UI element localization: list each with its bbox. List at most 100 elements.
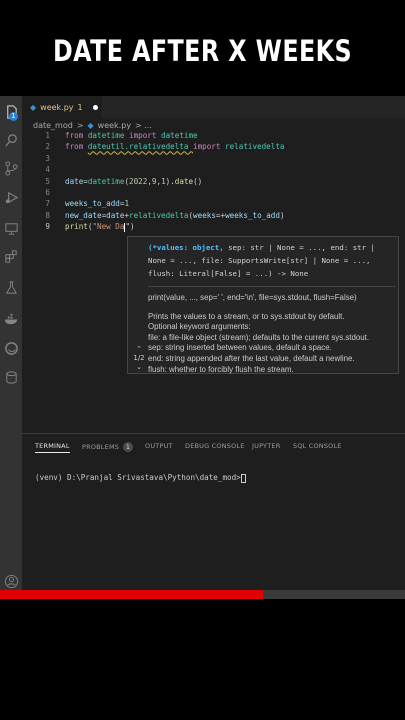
edge-devtools-icon[interactable]	[3, 340, 19, 356]
chevron-up-icon[interactable]: ⌃	[132, 345, 146, 354]
code-token: datetime	[87, 131, 130, 140]
explorer-badge: 1	[9, 112, 18, 121]
doc-line: flush: whether to forcibly flush the str…	[148, 364, 294, 374]
code-token: 2022	[129, 176, 148, 186]
code-line[interactable]: 5 date=datetime(2022,9,1).date()	[22, 176, 405, 187]
chevron-down-icon[interactable]: ⌄	[132, 363, 146, 372]
panel-tab-label: PROBLEMS	[82, 443, 120, 451]
remote-explorer-icon[interactable]	[3, 220, 19, 236]
panel-tab-output[interactable]: OUTPUT	[145, 442, 173, 450]
terminal-output[interactable]: (venv) D:\Pranjal Srivastava\Python\date…	[35, 473, 246, 483]
line-number: 3	[45, 153, 50, 163]
code-token: weeks_to_add	[65, 199, 120, 209]
video-progress-track[interactable]	[263, 590, 405, 599]
panel-tab-label: DEBUG CONSOLE	[185, 442, 245, 450]
panel-tab-label: TERMINAL	[35, 442, 70, 450]
code-token: 1	[124, 199, 130, 209]
tab-filename: week.py	[40, 102, 74, 112]
panel-tab-terminal[interactable]: TERMINAL	[35, 442, 70, 453]
code-line[interactable]: 7 weeks_to_add=1	[22, 198, 405, 209]
code-line[interactable]: 6	[22, 187, 405, 198]
code-line[interactable]: 4	[22, 164, 405, 175]
line-number: 6	[45, 188, 50, 197]
code-line[interactable]: 1 from datetime import datetime	[22, 130, 405, 141]
popup-divider	[148, 286, 396, 287]
tab-week-py[interactable]: ◆ week.py 1	[22, 96, 102, 118]
code-token: datetime	[161, 131, 198, 140]
breadcrumb-separator: >	[76, 121, 84, 130]
code-token: =+	[215, 210, 226, 220]
panel-tab-sql-console[interactable]: SQL CONSOLE	[293, 442, 342, 450]
signature-help-popup: ⌃ 1/2 ⌄ (*values: object, sep: str | Non…	[127, 236, 399, 374]
line-number: 7	[45, 199, 50, 209]
line-number: 9	[45, 222, 50, 232]
code-line[interactable]: 2 from dateutil.relativedelta import rela…	[22, 141, 405, 152]
python-file-icon: ◆	[87, 121, 94, 130]
code-text: print("New Da")	[65, 221, 135, 232]
vscode-window: 1 ◆ week.py 1 date_mod > ◆ week.py > ...…	[0, 96, 405, 596]
testing-icon[interactable]	[3, 279, 19, 295]
code-token: ).	[165, 176, 175, 186]
code-token: relativedelta	[129, 210, 189, 220]
code-text: new_date=date+relativedelta(weeks=+weeks…	[65, 210, 285, 221]
doc-line: Prints the values to a stream, or to sys…	[148, 311, 345, 321]
breadcrumb-file[interactable]: week.py	[98, 121, 131, 130]
panel-tab-jupyter[interactable]: JUPYTER	[252, 442, 280, 450]
code-token: weeks	[193, 210, 216, 220]
activity-bar: 1	[0, 96, 22, 596]
line-number: 1	[45, 131, 50, 140]
doc-line: end: string appended after the last valu…	[148, 353, 355, 363]
panel-divider[interactable]	[22, 433, 405, 434]
docker-icon[interactable]	[3, 310, 19, 326]
line-number: 5	[45, 176, 50, 186]
breadcrumb-more[interactable]: > ...	[135, 121, 152, 130]
line-number: 2	[45, 142, 50, 152]
source-control-icon[interactable]	[3, 160, 19, 176]
code-token: "New Da	[92, 222, 125, 232]
code-text: weeks_to_add=1	[65, 198, 129, 209]
code-token: )	[279, 210, 285, 220]
breadcrumb: date_mod > ◆ week.py > ...	[33, 121, 152, 130]
banner-title: DATE AFTER X WEEKS	[52, 34, 353, 68]
code-line[interactable]: 3	[22, 153, 405, 164]
pager-label: 1/2	[133, 354, 145, 362]
code-line[interactable]: 9 print("New Da")	[22, 221, 405, 232]
panel-tab-label: SQL CONSOLE	[293, 442, 342, 450]
search-icon[interactable]	[3, 132, 19, 148]
panel-tab-problems[interactable]: PROBLEMS 1	[82, 442, 134, 452]
doc-line: Optional keyword arguments:	[148, 322, 251, 332]
code-token: datetime	[87, 176, 125, 186]
python-file-icon: ◆	[30, 102, 37, 112]
code-line[interactable]: 8 new_date=date+relativedelta(weeks=+week…	[22, 210, 405, 221]
code-token: weeks_to_add	[225, 210, 280, 220]
tab-problem-count: 1	[77, 102, 83, 112]
database-icon[interactable]	[3, 369, 19, 385]
code-token: date	[174, 176, 194, 186]
breadcrumb-folder[interactable]: date_mod	[33, 121, 73, 130]
signature-docs: print(value, ..., sep=' ', end='\n', fil…	[148, 293, 398, 375]
code-token: import	[129, 131, 162, 140]
signature-pager[interactable]: ⌃ 1/2 ⌄	[132, 345, 146, 372]
video-progress-fill[interactable]	[0, 590, 264, 599]
code-token: dateutil.relativedelta	[87, 142, 194, 152]
code-text: from dateutil.relativedelta import relat…	[65, 141, 284, 152]
terminal-cursor	[240, 473, 246, 483]
panel-tab-label: OUTPUT	[145, 442, 173, 450]
unsaved-dot-icon[interactable]	[92, 104, 98, 110]
code-token: date	[106, 210, 125, 220]
extensions-icon[interactable]	[3, 248, 19, 264]
panel-tabs: TERMINAL PROBLEMS 1 OUTPUT DEBUG CONSOLE JUPY…	[22, 439, 405, 453]
account-icon[interactable]	[3, 573, 19, 589]
code-text: date=datetime(2022,9,1).date()	[65, 176, 202, 187]
doc-signature: print(value, ..., sep=' ', end='\n', fil…	[148, 293, 357, 302]
code-token: from	[65, 142, 88, 152]
panel-tab-debug-console[interactable]: DEBUG CONSOLE	[185, 442, 245, 450]
signature-active-param: (*values: object,	[148, 243, 224, 252]
terminal-prompt: (venv) D:\Pranjal Srivastava\Python\date…	[35, 473, 241, 482]
run-debug-icon[interactable]	[3, 189, 19, 205]
code-token: ")	[125, 222, 135, 232]
code-token: from	[65, 131, 88, 140]
tab-bar: ◆ week.py 1	[22, 96, 405, 118]
line-number: 4	[45, 165, 50, 175]
signature-text: (*values: object, sep: str | None = ...,…	[148, 241, 396, 280]
